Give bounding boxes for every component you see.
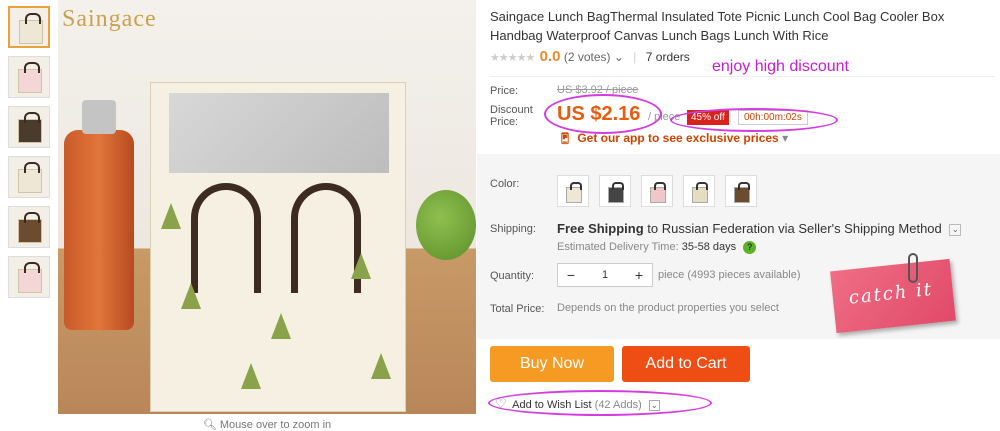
thumbnail-3[interactable] [8, 106, 50, 148]
divider: | [633, 50, 637, 64]
phone-icon: 📱︎ [558, 133, 572, 145]
thumbnail-1[interactable] [8, 6, 50, 48]
thumbnail-4[interactable] [8, 156, 50, 198]
divider [490, 76, 995, 77]
quantity-availability: piece (4993 pieces available) [658, 269, 801, 281]
est-value: 35-58 days [681, 241, 737, 253]
tree-pattern [271, 313, 291, 339]
color-swatch-1[interactable] [557, 175, 589, 207]
shipping-destination[interactable]: Russian Federation [662, 221, 775, 236]
lunch-bag-photo [150, 82, 406, 412]
total-price-note: Depends on the product properties you se… [557, 302, 779, 314]
add-to-cart-button[interactable]: Add to Cart [622, 346, 750, 382]
buy-now-button[interactable]: Buy Now [490, 346, 614, 382]
plus-icon[interactable]: + [626, 267, 652, 283]
estimated-delivery: Estimated Delivery Time: 35-58 days ? [557, 241, 757, 254]
discount-label-2: Price: [490, 116, 519, 128]
est-label: Estimated Delivery Time: [557, 241, 679, 253]
votes-count[interactable]: (2 votes) [564, 50, 611, 64]
color-label: Color: [490, 178, 520, 190]
tree-pattern [241, 363, 261, 389]
rating-row: ★★★★★ 0.0 (2 votes) ⌄ | 7 orders [490, 48, 690, 65]
tree-pattern [351, 253, 371, 279]
wishlist-highlight-ellipse [488, 390, 712, 416]
tree-pattern [161, 203, 181, 229]
rating-value: 0.0 [539, 48, 561, 65]
orders-count: 7 orders [645, 50, 690, 64]
paperclip-icon [908, 253, 918, 283]
chevron-down-icon[interactable]: ⌄ [949, 223, 962, 236]
total-price-label: Total Price: [490, 303, 545, 315]
timer-highlight-ellipse [670, 108, 838, 132]
chevron-down-icon[interactable]: ⌄ [614, 50, 624, 64]
color-swatch-3[interactable] [641, 175, 673, 207]
thumbnail-2[interactable] [8, 56, 50, 98]
main-product-image[interactable]: Saingace [58, 0, 476, 414]
price-highlight-ellipse [544, 94, 662, 134]
shipping-to: to [647, 221, 659, 236]
color-swatch-2[interactable] [599, 175, 631, 207]
discount-label-1: Discount [490, 104, 533, 116]
magnifier-icon: 🔍︎ [202, 419, 217, 431]
catch-it-sticker: catch it [830, 258, 956, 334]
shipping-info: Free Shipping to Russian Federation via … [557, 221, 962, 236]
minus-icon[interactable]: − [558, 267, 584, 283]
quantity-input[interactable]: 1 [584, 269, 626, 281]
brand-logo: Saingace [62, 6, 157, 32]
thumbnail-6[interactable] [8, 256, 50, 298]
free-shipping: Free Shipping [557, 221, 644, 236]
color-swatch-5[interactable] [725, 175, 757, 207]
shipping-label: Shipping: [490, 223, 536, 235]
help-icon[interactable]: ? [743, 241, 757, 254]
product-title: Saingace Lunch BagThermal Insulated Tote… [490, 9, 945, 43]
quantity-stepper[interactable]: − 1 + [557, 263, 653, 287]
promo-annotation: enjoy high discount [712, 58, 849, 75]
tree-pattern [371, 353, 391, 379]
bag-insulated-lining [169, 93, 389, 173]
thumbnail-gallery [8, 6, 52, 306]
price-label: Price: [490, 85, 519, 97]
plant-prop [416, 190, 476, 260]
thumbnail-5[interactable] [8, 206, 50, 248]
bottle-prop [64, 100, 134, 330]
zoom-hint: 🔍︎ Mouse over to zoom in [58, 418, 476, 431]
shipping-method: via Seller's Shipping Method [778, 221, 942, 236]
chevron-down-icon: ▾ [782, 131, 789, 145]
quantity-label: Quantity: [490, 270, 535, 282]
sticker-text: catch it [847, 278, 935, 309]
color-swatch-4[interactable] [683, 175, 715, 207]
zoom-hint-text: Mouse over to zoom in [219, 419, 332, 431]
tree-pattern [181, 283, 201, 309]
rating-stars-icon[interactable]: ★★★★★ [490, 52, 535, 64]
bag-handle-left [191, 183, 261, 293]
